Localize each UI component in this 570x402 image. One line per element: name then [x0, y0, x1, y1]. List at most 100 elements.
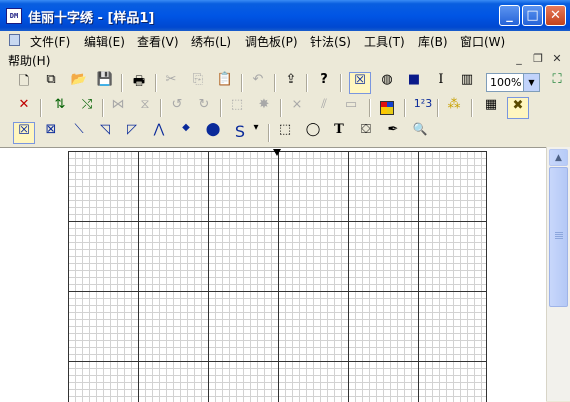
menu-palette[interactable]: 调色板(P) [245, 33, 298, 50]
copy-icon[interactable]: ⎘ [187, 72, 209, 94]
toolbar-separator [437, 99, 439, 117]
half-cross-stitch-icon[interactable]: ⊠ [40, 122, 62, 144]
rotate-right-icon[interactable]: ↻ [193, 97, 215, 119]
minimize-button[interactable]: _ [499, 5, 520, 26]
pattern-canvas[interactable] [0, 147, 546, 402]
toolbar-separator [102, 99, 104, 117]
text-tool-icon[interactable]: T [328, 122, 350, 144]
chevron-down-icon[interactable]: ▼ [523, 74, 539, 91]
document-icon[interactable] [9, 34, 20, 46]
flip-horizontal-icon[interactable]: ⋈ [107, 97, 129, 119]
paste-icon[interactable]: 📋 [214, 72, 236, 94]
eyedropper-icon[interactable]: ✒ [382, 122, 404, 144]
text-cursor-icon[interactable]: I [430, 72, 452, 94]
colorize-icon[interactable]: ⇅ [49, 97, 71, 119]
rotate-left-icon[interactable]: ↺ [166, 97, 188, 119]
color-block-icon[interactable]: ■ [403, 72, 425, 94]
open-copy-icon[interactable]: ⧉ [40, 72, 62, 94]
scroll-thumb[interactable] [549, 167, 568, 307]
mdi-minimize-button[interactable]: _ [512, 52, 526, 66]
large-bead-icon[interactable]: ⬤ [202, 122, 224, 144]
menu-tools[interactable]: 工具(T) [364, 33, 405, 50]
lasso-select-icon[interactable]: ◯ [302, 122, 324, 144]
chevron-down-icon[interactable]: ▾ [250, 122, 262, 144]
stitch-toolbar: ☒ ⊠ ⟍ ◹ ◸ ⋀ ◆ ⬤ S ▾ ⬚ ◯ T ⛋ ✒ 🔍 [0, 121, 570, 146]
library-icon[interactable]: ▥ [456, 72, 478, 94]
new-icon[interactable]: 🗋 [13, 72, 35, 94]
toolbar-separator [280, 99, 282, 117]
menu-view[interactable]: 查看(V) [137, 33, 179, 50]
toolbar-separator [40, 99, 42, 117]
maximize-button[interactable]: □ [522, 5, 543, 26]
title-bar: DM 佳丽十字绣 - [样品1] _ □ ✕ [0, 0, 570, 31]
toolbar-separator [160, 99, 162, 117]
mirror-icon[interactable]: ⨯ [286, 97, 308, 119]
cut-icon[interactable]: ✂ [160, 72, 182, 94]
toolbar-separator [471, 99, 473, 117]
grid-toggle-icon[interactable]: ▦ [480, 97, 502, 119]
toolbar-separator [340, 74, 342, 92]
stitch-grid[interactable] [68, 151, 487, 402]
toolbar-separator [404, 99, 406, 117]
scroll-up-button[interactable]: ▲ [549, 149, 568, 166]
toolbar-separator [274, 74, 276, 92]
print-icon[interactable]: 🖶 [128, 72, 150, 94]
open-folder-icon[interactable]: 📂 [68, 72, 90, 94]
select-star-icon[interactable]: ✸ [253, 97, 275, 119]
menu-fabric[interactable]: 绣布(L) [191, 33, 231, 50]
fill-bucket-icon[interactable]: ⛋ [355, 122, 377, 144]
fit-icon[interactable]: ⛶ [546, 72, 568, 94]
zoom-value: 100% [490, 76, 522, 89]
vertical-scrollbar[interactable]: ▲ [546, 147, 570, 401]
toolbar-separator [220, 99, 222, 117]
import-icon[interactable]: ⇪ [280, 72, 302, 94]
curve-stitch-icon[interactable]: S [229, 122, 251, 144]
app-icon[interactable]: DM [6, 8, 22, 24]
palette-icon[interactable] [376, 97, 398, 119]
flip-vertical-icon[interactable]: ⧖ [134, 97, 156, 119]
small-bead-icon[interactable]: ◆ [175, 122, 197, 144]
menu-stitch[interactable]: 针法(S) [310, 33, 351, 50]
toolbar-separator [306, 74, 308, 92]
menu-file[interactable]: 文件(F) [30, 33, 70, 50]
help-icon[interactable]: ? [313, 72, 335, 94]
menu-help[interactable]: 帮助(H) [8, 52, 50, 69]
center-marker-icon [273, 149, 281, 156]
toolbar-separator [155, 74, 157, 92]
close-button[interactable]: ✕ [545, 5, 566, 26]
full-cross-stitch-icon[interactable]: ☒ [13, 122, 35, 144]
undo-icon[interactable]: ↶ [247, 72, 269, 94]
delete-icon[interactable]: ✕ [13, 97, 35, 119]
swap-icon[interactable]: ⤭ [76, 97, 98, 119]
rect-select-icon[interactable]: ⬚ [274, 122, 296, 144]
edit-toolbar: ✕ ⇅ ⤭ ⋈ ⧖ ↺ ↻ ⬚ ✸ ⨯ ⫽ ▭ 1²3 ⁂ ▦ ✖ [0, 96, 570, 121]
backstitch-icon[interactable]: ⟍ [68, 122, 90, 144]
menu-library[interactable]: 库(B) [418, 33, 448, 50]
mdi-close-button[interactable]: ✕ [550, 52, 564, 66]
full-stitch-toggle-icon[interactable]: ☒ [349, 72, 371, 94]
zoom-select[interactable]: 100% ▼ [486, 73, 540, 92]
half-backstitch-icon[interactable]: ◹ [94, 122, 116, 144]
toolbar-separator [268, 124, 270, 142]
toolbar-separator [369, 99, 371, 117]
pattern-icon[interactable]: ⁂ [443, 97, 465, 119]
magnifier-icon[interactable]: 🔍 [409, 122, 431, 144]
standard-toolbar: 🗋 ⧉ 📂 💾 🖶 ✂ ⎘ 📋 ↶ ⇪ ? ☒ ◍ ■ I ▥ 100% ▼ ⛶ [0, 71, 570, 96]
mdi-restore-button[interactable]: ❐ [531, 52, 545, 66]
toolbar-separator [121, 74, 123, 92]
quarter-stitch-icon[interactable]: ◸ [121, 122, 143, 144]
french-knot-icon[interactable]: ⋀ [148, 122, 170, 144]
scroll-grip-icon [555, 232, 563, 233]
toolbar-separator [241, 74, 243, 92]
slant-icon[interactable]: ⫽ [313, 97, 335, 119]
numbering-icon[interactable]: 1²3 [410, 97, 436, 119]
menu-bar: 文件(F) 编辑(E) 查看(V) 绣布(L) 调色板(P) 针法(S) 工具(… [0, 31, 570, 71]
save-icon[interactable]: 💾 [94, 72, 116, 94]
frame-icon[interactable]: ▭ [340, 97, 362, 119]
window-title: 佳丽十字绣 - [样品1] [28, 11, 155, 26]
select-region-icon[interactable]: ⬚ [226, 97, 248, 119]
cross-stitch-toggle-icon[interactable]: ✖ [507, 97, 529, 119]
menu-window[interactable]: 窗口(W) [460, 33, 505, 50]
fill-toggle-icon[interactable]: ◍ [376, 72, 398, 94]
menu-edit[interactable]: 编辑(E) [84, 33, 125, 50]
